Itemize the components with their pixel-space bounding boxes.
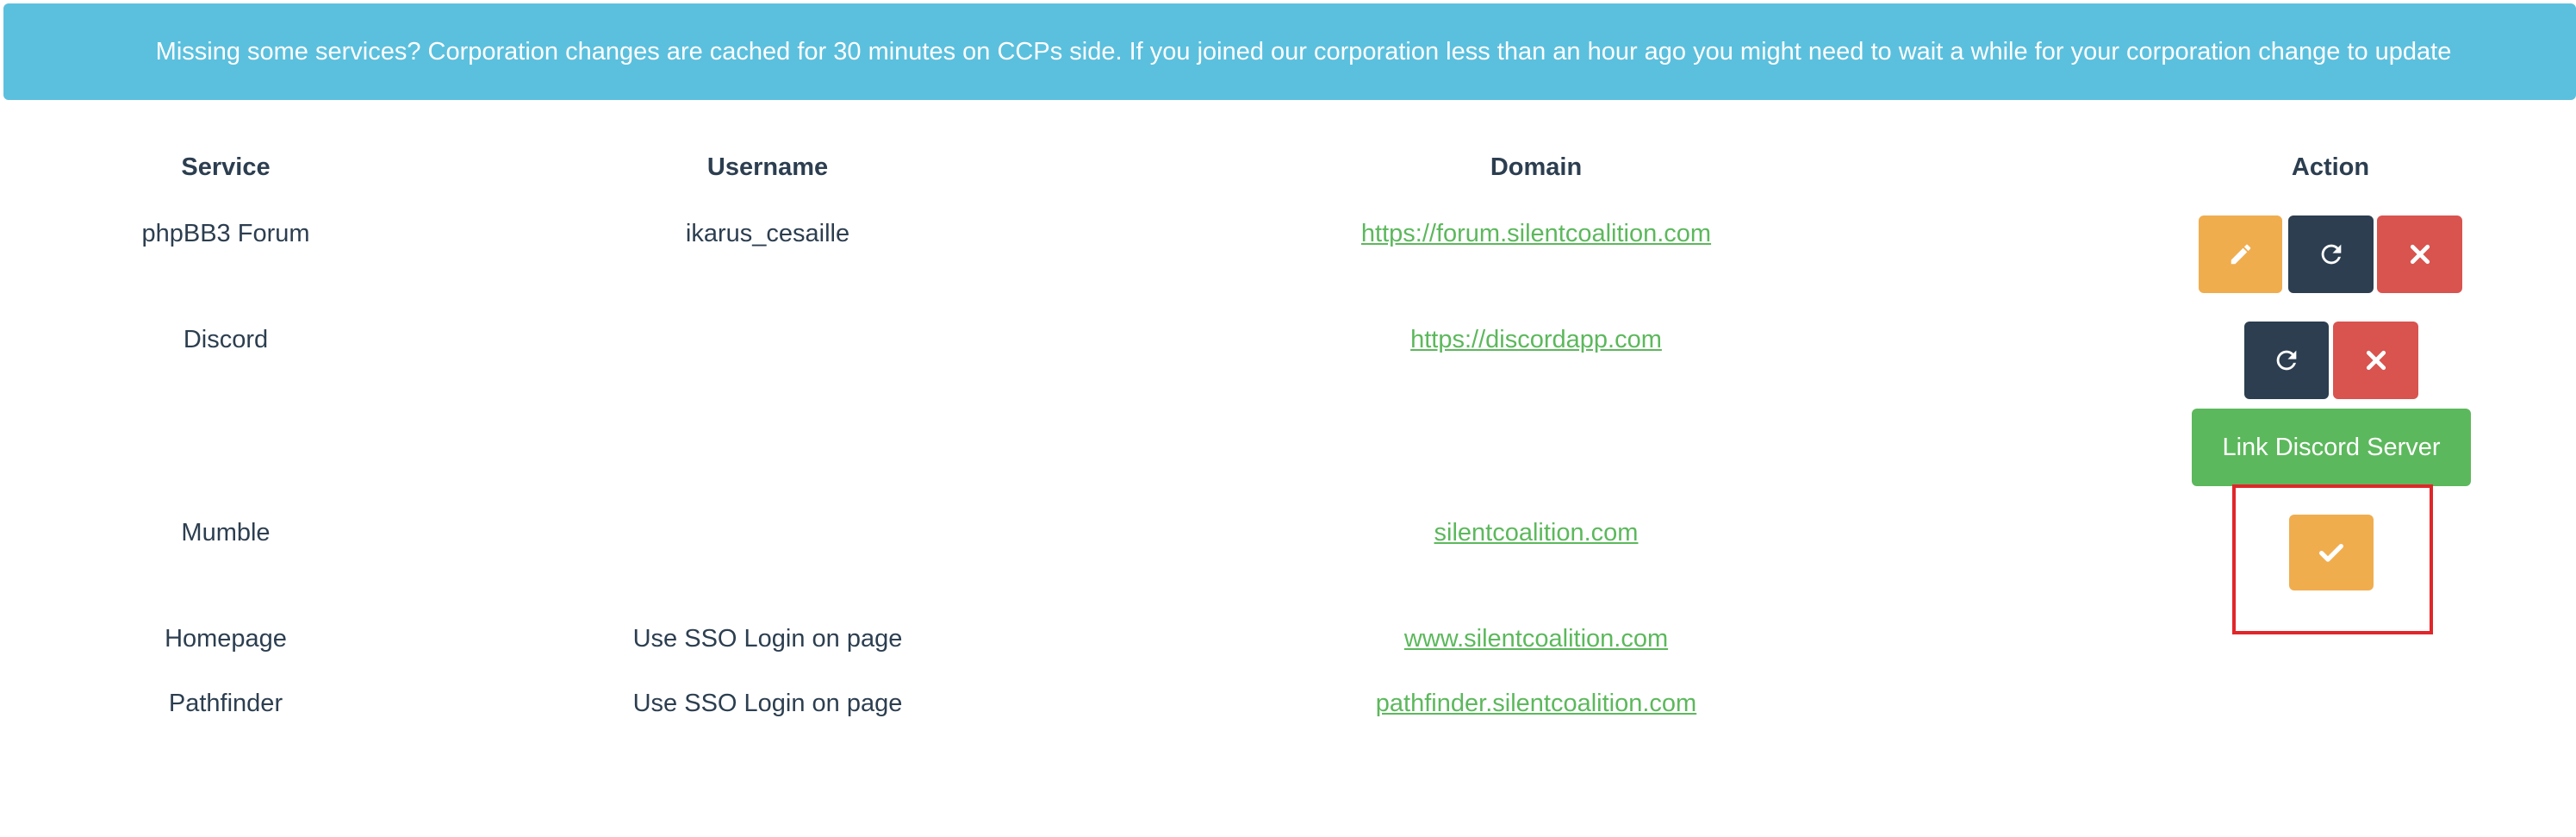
username: Use SSO Login on page	[632, 625, 903, 653]
highlight-box	[2232, 484, 2433, 634]
domain-link[interactable]: https://discordapp.com	[1410, 326, 1662, 354]
header-username: Username	[706, 153, 829, 181]
service-name: Mumble	[181, 519, 271, 547]
service-name: Homepage	[165, 625, 287, 653]
service-name: Pathfinder	[168, 690, 283, 717]
deactivate-button[interactable]	[2377, 215, 2462, 293]
link-discord-server-button[interactable]: Link Discord Server	[2192, 409, 2471, 486]
reset-token-button[interactable]	[2244, 322, 2329, 399]
refresh-icon	[2276, 350, 2297, 371]
domain-link[interactable]: www.silentcoalition.com	[1404, 625, 1668, 653]
info-alert: Missing some services? Corporation chang…	[3, 3, 2576, 100]
domain-link[interactable]: silentcoalition.com	[1434, 519, 1639, 547]
header-action: Action	[2291, 153, 2370, 181]
alert-message: Missing some services? Corporation chang…	[155, 38, 2452, 66]
domain-link[interactable]: https://forum.silentcoalition.com	[1361, 220, 1711, 248]
deactivate-button[interactable]	[2333, 322, 2418, 399]
header-service: Service	[181, 153, 271, 181]
header-domain: Domain	[1490, 153, 1583, 181]
username: Use SSO Login on page	[632, 690, 903, 717]
close-icon	[2366, 350, 2386, 371]
service-name: phpBB3 Forum	[141, 220, 310, 247]
username: ikarus_cesaille	[685, 220, 850, 247]
refresh-icon	[2321, 244, 2341, 265]
edit-button[interactable]	[2199, 215, 2282, 293]
pencil-icon	[2231, 244, 2250, 265]
domain-link[interactable]: pathfinder.silentcoalition.com	[1376, 690, 1696, 718]
service-name: Discord	[183, 326, 269, 353]
close-icon	[2410, 244, 2430, 265]
reset-password-button[interactable]	[2288, 215, 2374, 293]
